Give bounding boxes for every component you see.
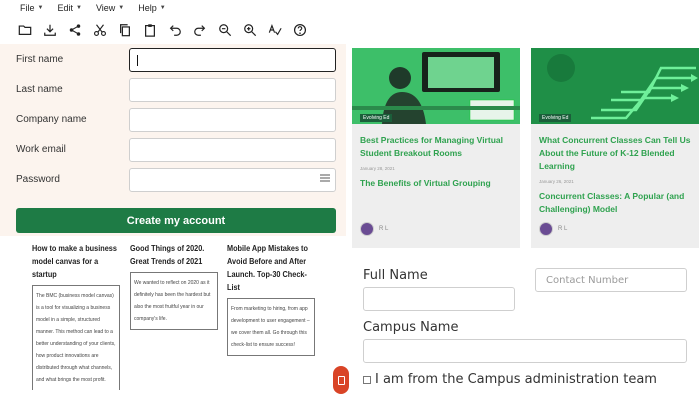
card-date: January 26, 2021 — [539, 179, 574, 184]
last-name-row: Last name — [16, 78, 336, 102]
category-tag[interactable]: Evolving Ed — [539, 114, 572, 122]
help-icon[interactable] — [291, 21, 309, 39]
blog-card[interactable]: Evolving Ed Best Practices for Managing … — [352, 48, 520, 248]
avatar — [360, 222, 374, 236]
full-name-field[interactable] — [363, 287, 515, 311]
article-preview[interactable]: How to make a business model canvas for … — [32, 242, 120, 390]
menu-file[interactable]: File ▼ — [20, 3, 43, 13]
menu-bar: File ▼ Edit ▼ View ▼ Help ▼ — [0, 0, 700, 16]
password-manager-icon[interactable] — [320, 174, 330, 185]
password-row: Password — [16, 168, 336, 192]
work-email-field[interactable] — [129, 138, 336, 162]
admin-team-checkbox[interactable] — [363, 376, 371, 384]
contact-number-field[interactable] — [535, 268, 687, 292]
caret-down-icon: ▼ — [159, 5, 166, 11]
spellcheck-icon[interactable] — [266, 21, 284, 39]
card-date: January 28, 2021 — [360, 166, 395, 171]
zoom-out-icon[interactable] — [216, 21, 234, 39]
last-name-label: Last name — [16, 84, 63, 95]
menu-help[interactable]: Help ▼ — [138, 3, 165, 13]
article-excerpt: We wanted to reflect on 2020 as it defin… — [130, 272, 218, 330]
last-name-field[interactable] — [129, 78, 336, 102]
feedback-button[interactable] — [333, 366, 349, 394]
campus-name-label: Campus Name — [363, 320, 459, 335]
signup-form: First name Last name Company name Work e… — [0, 44, 346, 236]
menu-view[interactable]: View ▼ — [96, 3, 124, 13]
work-email-row: Work email — [16, 138, 336, 162]
create-account-button[interactable]: Create my account — [16, 208, 336, 233]
related-post-title[interactable]: Concurrent Classes: A Popular (and Chall… — [539, 190, 694, 216]
message-icon — [337, 375, 345, 385]
company-name-field[interactable] — [129, 108, 336, 132]
card-image — [352, 48, 520, 124]
related-post-title[interactable]: The Benefits of Virtual Grouping — [360, 177, 515, 190]
card-title[interactable]: What Concurrent Classes Can Tell Us Abou… — [539, 134, 694, 173]
company-name-label: Company name — [16, 114, 87, 125]
avatar — [539, 222, 553, 236]
category-tag[interactable]: Evolving Ed — [360, 114, 393, 122]
share-icon[interactable] — [66, 21, 84, 39]
cut-icon[interactable] — [91, 21, 109, 39]
first-name-label: First name — [16, 54, 64, 65]
card-title[interactable]: Best Practices for Managing Virtual Stud… — [360, 134, 515, 160]
paste-icon[interactable] — [141, 21, 159, 39]
article-preview[interactable]: Mobile App Mistakes to Avoid Before and … — [227, 242, 315, 356]
full-name-label: Full Name — [363, 268, 428, 283]
first-name-row: First name — [16, 48, 336, 72]
folder-icon[interactable] — [16, 21, 34, 39]
blog-card[interactable]: Evolving Ed What Concurrent Classes Can … — [531, 48, 699, 248]
zoom-in-icon[interactable] — [241, 21, 259, 39]
download-icon[interactable] — [41, 21, 59, 39]
admin-team-label: I am from the Campus administration team — [375, 372, 657, 387]
card-image — [531, 48, 699, 124]
caret-down-icon: ▼ — [37, 5, 44, 11]
work-email-label: Work email — [16, 144, 66, 155]
toolbar — [0, 18, 700, 42]
caret-down-icon: ▼ — [75, 5, 82, 11]
article-excerpt: The BMC (business model canvas) is a too… — [32, 285, 120, 390]
password-label: Password — [16, 174, 60, 185]
menu-edit[interactable]: Edit ▼ — [57, 3, 81, 13]
text-cursor — [137, 55, 138, 66]
article-title[interactable]: Mobile App Mistakes to Avoid Before and … — [227, 242, 315, 294]
copy-icon[interactable] — [116, 21, 134, 39]
article-title[interactable]: Good Things of 2020. Great Trends of 202… — [130, 242, 218, 268]
author-name[interactable]: R L — [379, 226, 388, 232]
company-name-row: Company name — [16, 108, 336, 132]
article-title[interactable]: How to make a business model canvas for … — [32, 242, 120, 281]
article-excerpt: From marketing to hiring, from app devel… — [227, 298, 315, 356]
campus-name-field[interactable] — [363, 339, 687, 363]
first-name-field[interactable] — [129, 48, 336, 72]
caret-down-icon: ▼ — [118, 5, 125, 11]
undo-icon[interactable] — [166, 21, 184, 39]
author-name[interactable]: R L — [558, 226, 567, 232]
redo-icon[interactable] — [191, 21, 209, 39]
password-field[interactable] — [129, 168, 336, 192]
article-preview[interactable]: Good Things of 2020. Great Trends of 202… — [130, 242, 218, 330]
